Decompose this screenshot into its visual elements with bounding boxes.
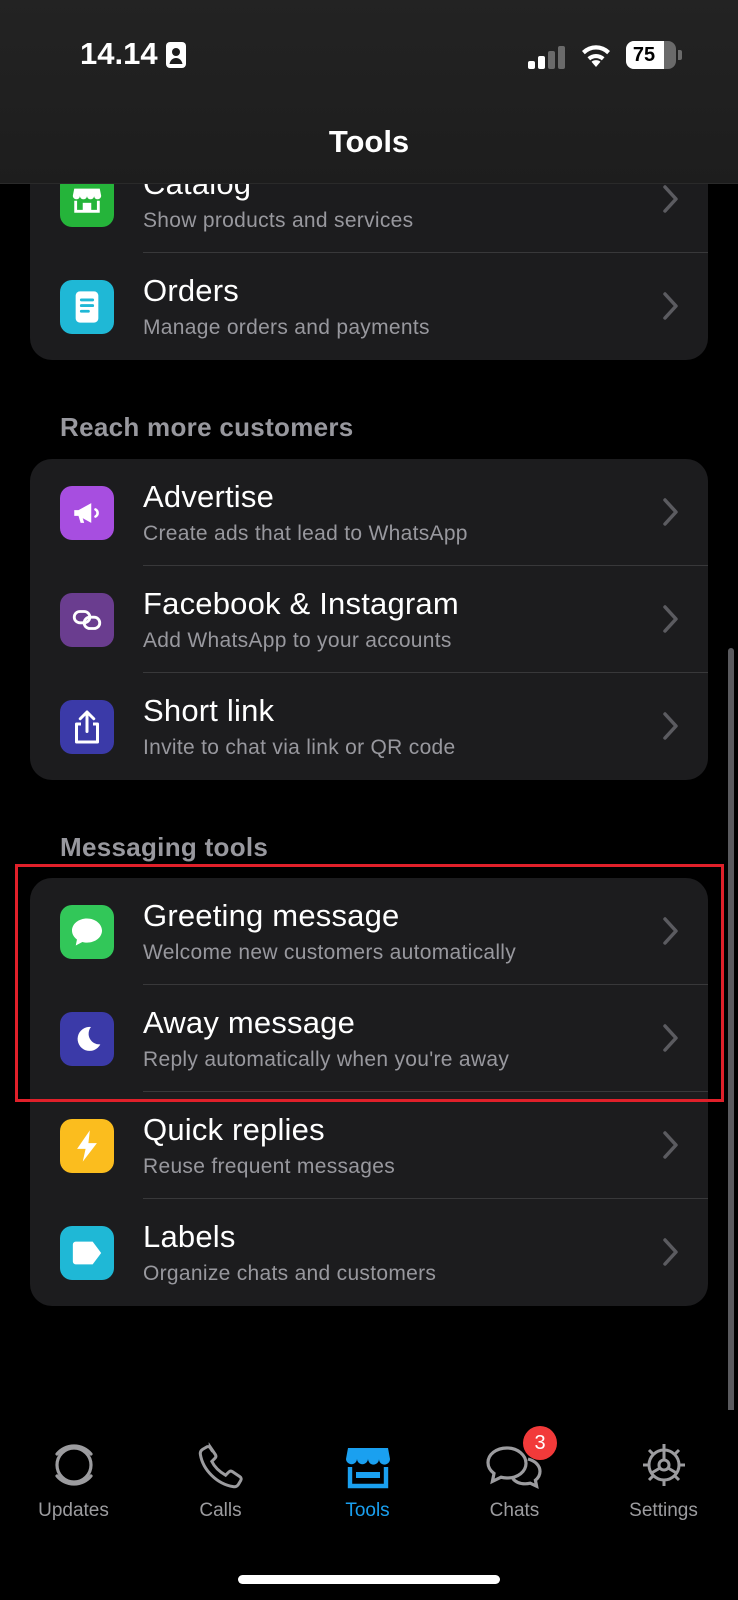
quick-replies-subtitle: Reuse frequent messages [143, 1155, 396, 1178]
advertise-icon-box [60, 486, 114, 540]
advertise-row[interactable]: Advertise Create ads that lead to WhatsA… [30, 459, 708, 566]
cellular-signal-icon [528, 46, 565, 69]
chat-bubble-icon [72, 918, 102, 946]
messaging-group: Greeting message Welcome new customers a… [30, 878, 708, 1306]
greeting-icon-box [60, 905, 114, 959]
short-link-title: Short link [143, 693, 275, 728]
chevron-right-icon [663, 1131, 678, 1159]
tab-tools[interactable]: Tools [294, 1430, 441, 1522]
orders-subtitle: Manage orders and payments [143, 316, 430, 339]
reach-group: Advertise Create ads that lead to WhatsA… [30, 459, 708, 780]
messaging-section-header: Messaging tools [60, 832, 269, 862]
tab-settings-label: Settings [629, 1500, 698, 1521]
labels-title: Labels [143, 1219, 236, 1254]
contact-card-icon [166, 42, 186, 68]
tools-list[interactable]: Catalog Show products and services Order… [0, 0, 738, 1600]
greeting-message-row[interactable]: Greeting message Welcome new customers a… [30, 878, 708, 985]
reach-section-header: Reach more customers [60, 412, 354, 442]
away-message-row[interactable]: Away message Reply automatically when yo… [30, 985, 708, 1092]
catalog-subtitle: Show products and services [143, 209, 414, 232]
top-bar: 14.14 75 Tools [0, 0, 738, 184]
chevron-right-icon [663, 498, 678, 526]
facebook-instagram-title: Facebook & Instagram [143, 586, 459, 621]
battery-indicator: 75 [626, 41, 676, 69]
chevron-right-icon [663, 1238, 678, 1266]
chevron-right-icon [663, 1024, 678, 1052]
orders-title: Orders [143, 273, 239, 308]
short-link-icon-box [60, 700, 114, 754]
tab-updates-label: Updates [38, 1500, 109, 1521]
status-time: 14.14 [80, 36, 158, 71]
facebook-instagram-row[interactable]: Facebook & Instagram Add WhatsApp to you… [30, 566, 708, 673]
battery-text: 75 [632, 44, 656, 66]
orders-icon-box [60, 280, 114, 334]
greeting-subtitle: Welcome new customers automatically [143, 941, 517, 964]
scrollbar[interactable] [728, 648, 734, 1438]
tab-settings[interactable]: Settings [590, 1430, 737, 1522]
tools-screen: Catalog Show products and services Order… [0, 0, 738, 1600]
labels-icon-box [60, 1226, 114, 1280]
phone-icon [198, 1442, 243, 1489]
updates-icon [54, 1444, 93, 1486]
away-subtitle: Reply automatically when you're away [143, 1048, 510, 1071]
away-title: Away message [143, 1005, 356, 1040]
facebook-instagram-icon-box [60, 593, 114, 647]
battery-cap [678, 50, 682, 60]
gear-icon [642, 1444, 685, 1486]
labels-subtitle: Organize chats and customers [143, 1262, 437, 1285]
quick-replies-row[interactable]: Quick replies Reuse frequent messages [30, 1092, 708, 1199]
tab-chats[interactable]: 3 Chats [441, 1426, 588, 1522]
tab-calls[interactable]: Calls [147, 1430, 294, 1522]
advertise-title: Advertise [143, 479, 275, 514]
orders-row[interactable]: Orders Manage orders and payments [30, 253, 708, 360]
share-icon [75, 710, 99, 744]
quick-replies-icon-box [60, 1119, 114, 1173]
chats-unread-badge: 3 [523, 1426, 557, 1460]
document-icon [75, 291, 99, 323]
chevron-right-icon [663, 185, 678, 213]
tab-tools-label: Tools [345, 1500, 390, 1521]
chevron-right-icon [663, 917, 678, 945]
moon-icon [77, 1026, 101, 1051]
link-rings-icon [72, 610, 102, 630]
tab-calls-label: Calls [199, 1500, 242, 1521]
facebook-instagram-subtitle: Add WhatsApp to your accounts [143, 629, 452, 652]
advertise-subtitle: Create ads that lead to WhatsApp [143, 522, 468, 545]
tab-chats-label: Chats [489, 1500, 540, 1521]
wifi-icon [582, 45, 610, 67]
short-link-subtitle: Invite to chat via link or QR code [143, 736, 456, 759]
away-icon-box [60, 1012, 114, 1066]
megaphone-icon [74, 503, 99, 523]
store-icon [345, 1448, 390, 1489]
storefront-icon [72, 188, 102, 213]
labels-row[interactable]: Labels Organize chats and customers [30, 1199, 708, 1306]
chevron-right-icon [663, 292, 678, 320]
home-indicator [238, 1575, 500, 1584]
lightning-icon [77, 1130, 97, 1162]
tag-icon [72, 1241, 102, 1265]
page-title: Tools [328, 124, 410, 159]
chevron-right-icon [663, 605, 678, 633]
tab-updates[interactable]: Updates [0, 1430, 147, 1522]
tab-bar: Updates Calls Tools 3 Chats Settings [0, 1410, 738, 1600]
chevron-right-icon [663, 712, 678, 740]
short-link-row[interactable]: Short link Invite to chat via link or QR… [30, 673, 708, 780]
greeting-title: Greeting message [143, 898, 400, 933]
quick-replies-title: Quick replies [143, 1112, 325, 1147]
